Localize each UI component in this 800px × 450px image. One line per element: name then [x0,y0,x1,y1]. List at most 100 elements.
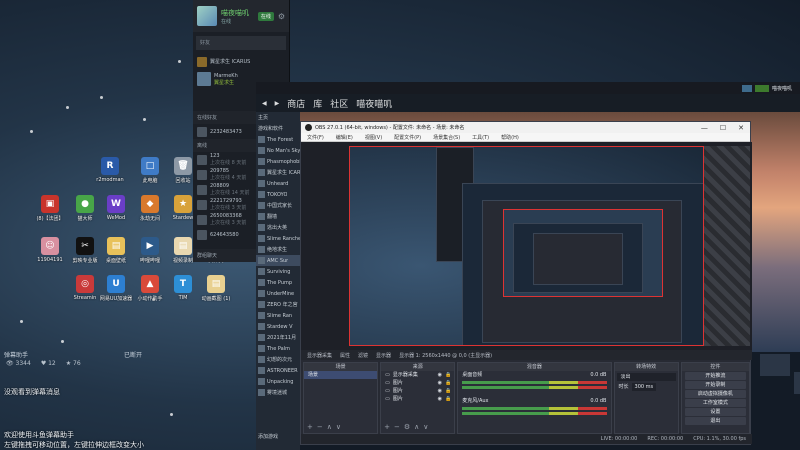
obs-menu-item[interactable]: 工具(T) [472,134,489,141]
studio-mode-button[interactable]: 工作室模式 [684,399,746,407]
library-game-item[interactable]: Slime Ran [256,310,300,321]
lock-icon[interactable]: 🔒 [445,371,454,379]
desktop-icon[interactable]: □ 此电脑 [132,157,168,184]
filters-button[interactable]: 滤镜 [358,352,368,359]
gear-icon[interactable]: ⚙ [278,12,285,21]
desktop-icon[interactable]: T TIM [165,275,201,301]
properties-button[interactable]: 属性 [340,352,350,359]
library-game-item[interactable]: ZERO 年之宫 [256,299,300,310]
friends-search-input[interactable]: 好友 [196,36,286,50]
chat-connection-status: 已断开 [124,352,143,359]
desktop-icon[interactable]: ▤ 动画截图 (1) [198,275,234,302]
obs-menu-item[interactable]: 文件(F) [307,134,324,141]
obs-menu-item[interactable]: 配置文件(P) [394,134,421,141]
start-recording-button[interactable]: 开始录制 [684,381,746,389]
desktop-icon[interactable]: ☺ 11904191 [32,237,68,263]
desktop-icon[interactable]: U 网易UU加速器 [98,275,134,302]
duration-field[interactable]: 时长 300 ms [615,383,678,391]
add-game-button[interactable]: 添加游戏 [256,431,278,442]
desktop-icon[interactable]: ▣ (8)【法团】 [32,195,68,222]
user-avatar[interactable] [197,6,217,26]
close-icon[interactable]: ✕ [738,124,744,132]
obs-menu-item[interactable]: 帮助(H) [501,134,519,141]
library-game-item[interactable]: Unheard [256,178,300,189]
notification-icon[interactable] [741,84,752,92]
nav-store[interactable]: 商店 [287,97,305,110]
visibility-eye-icon[interactable]: ◉ [438,387,442,395]
desktop-icon[interactable]: ▤ 桌面壁纸 [98,237,134,264]
library-game-item[interactable]: 中国式家长 [256,200,300,211]
monitor-icon: ▭ [385,380,390,386]
sources-actions[interactable]: +−⚙∧∨ [384,423,432,431]
obs-menu-item[interactable]: 视图(V) [365,134,382,141]
desktop-icon-label: 动画截图 (1) [201,296,231,302]
library-game-item[interactable]: ASTRONEER [256,365,300,376]
mic-audio-meter [462,407,607,410]
library-game-item[interactable]: Phasmophobia [256,156,300,167]
library-game-item[interactable]: Unpacking [256,376,300,387]
library-game-item[interactable]: AMC Sur [256,255,300,266]
game-tile[interactable] [794,372,800,394]
game-title: Stardew V [267,323,293,330]
maximize-icon[interactable]: ☐ [720,124,726,132]
status-button[interactable]: 在线 [257,11,274,21]
library-game-item[interactable]: Slime Rancher [256,233,300,244]
game-tile[interactable] [760,354,790,376]
library-game-item[interactable]: 2021年11月 [256,332,300,343]
library-game-item[interactable]: No Man's Sky [256,145,300,156]
desktop-icon[interactable]: ◆ 永劫无间 [132,195,168,222]
desktop-icon[interactable]: ▲ 小动作助手 [132,275,168,302]
start-virtual-camera-button[interactable]: 启动虚拟摄像机 [684,390,746,398]
library-game-item[interactable]: 绝地求生 [256,244,300,255]
library-game-item[interactable]: The Pump [256,277,300,288]
nav-profile[interactable]: 喵夜喵叽 [356,97,392,110]
back-icon[interactable]: ◀ [262,100,267,107]
wallet-badge[interactable] [754,84,769,92]
library-game-item[interactable]: Surviving [256,266,300,277]
lock-icon[interactable]: 🔒 [445,379,454,387]
obs-menu-item[interactable]: 编辑(E) [336,134,353,141]
app-icon: ▲ [141,275,159,293]
nav-library[interactable]: 库 [313,97,322,110]
lock-icon[interactable]: 🔒 [445,395,454,403]
library-filter[interactable]: 游戏和软件 [256,123,300,134]
visibility-eye-icon[interactable]: ◉ [438,371,442,379]
library-game-item[interactable]: 逃出大英 [256,222,300,233]
game-icon [258,147,265,154]
exit-button[interactable]: 退出 [684,417,746,425]
library-home[interactable]: 主页 [256,112,300,123]
display-select[interactable]: 显示器 1: 2560x1440 @ 0,0 (主显示器) [399,352,492,359]
desktop-icon[interactable]: Rr2modman [92,157,128,183]
desktop-icon[interactable]: W WeMod [98,195,134,221]
library-game-item[interactable]: 翻墙 [256,211,300,222]
forward-icon[interactable]: ▶ [275,100,280,107]
display-label[interactable]: 显示器 [376,352,391,359]
library-game-item[interactable]: TOKOYO [256,189,300,200]
library-game-item[interactable]: Stardew V [256,321,300,332]
library-game-item[interactable]: The Palm [256,343,300,354]
source-item[interactable]: ▭ 显示器采集 ◉ 🔒 [381,371,454,379]
library-game-item[interactable]: 翼星求生 ICARUS [256,167,300,178]
source-item[interactable]: ▭ 图片 ◉ 🔒 [381,387,454,395]
settings-button[interactable]: 设置 [684,408,746,416]
source-item[interactable]: ▭ 图片 ◉ 🔒 [381,379,454,387]
steam-user-name[interactable]: 喵夜喵叽 [772,85,792,92]
desktop-icon[interactable]: ▶ 哔哩哔哩 [132,237,168,264]
scenes-actions[interactable]: +−∧∨ [307,423,345,431]
library-game-item[interactable]: UnderMine [256,288,300,299]
scene-item[interactable]: 场景 [304,371,378,379]
obs-menu-item[interactable]: 场景集合(S) [433,134,460,141]
visibility-eye-icon[interactable]: ◉ [438,379,442,387]
source-item[interactable]: ▭ 图片 ◉ 🔒 [381,395,454,403]
preview-canvas[interactable] [349,146,704,346]
visibility-eye-icon[interactable]: ◉ [438,395,442,403]
friend-avatar [197,199,207,210]
lock-icon[interactable]: 🔒 [445,387,454,395]
start-streaming-button[interactable]: 开始推流 [684,372,746,380]
library-game-item[interactable]: 幻想的次元 [256,354,300,365]
minimize-icon[interactable]: — [701,124,708,132]
nav-community[interactable]: 社区 [330,97,348,110]
transition-select[interactable]: 淡出 [616,373,676,381]
library-game-item[interactable]: 雾境迷城 [256,387,300,398]
library-game-item[interactable]: The Forest [256,134,300,145]
